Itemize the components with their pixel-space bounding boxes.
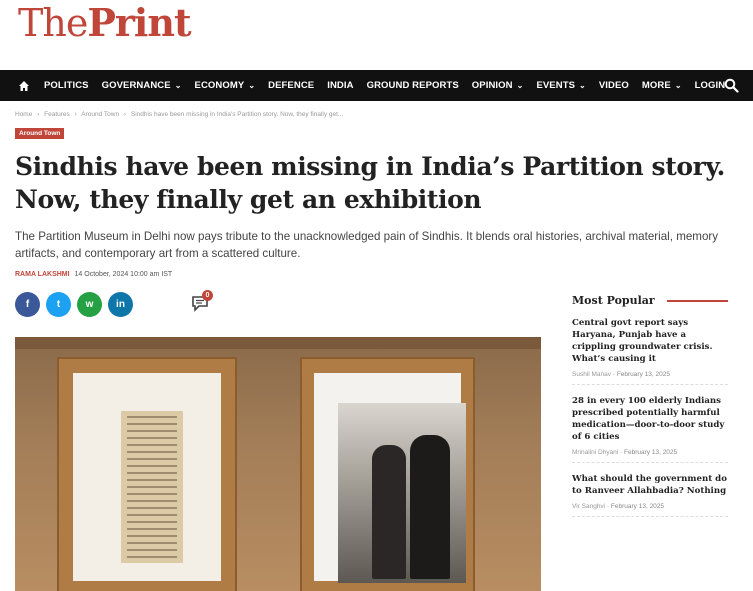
popular-item[interactable]: Central govt report says Haryana, Punjab…	[572, 317, 728, 385]
logo-part-2: Print	[87, 0, 191, 45]
popular-item-title[interactable]: 28 in every 100 elderly Indians prescrib…	[572, 395, 728, 443]
nav-item-more[interactable]: MORE ⌄	[642, 80, 682, 91]
most-popular-title: Most Popular	[572, 294, 655, 307]
logo-part-1: The	[18, 1, 88, 45]
byline: RAMA LAKSHMI 14 October, 2024 10:00 am I…	[15, 271, 172, 278]
chevron-down-icon: ⌄	[579, 81, 586, 90]
nav-item-ground-reports[interactable]: GROUND REPORTS	[367, 80, 459, 91]
popular-item-date: February 13, 2025	[616, 371, 670, 378]
nav-item-events[interactable]: EVENTS ⌄	[536, 80, 585, 91]
nav-item-login[interactable]: LOGIN	[695, 80, 726, 91]
chevron-down-icon: ⌄	[174, 81, 182, 90]
linkedin-icon: in	[116, 299, 125, 310]
nav-item-politics[interactable]: POLITICS	[44, 80, 89, 91]
hero-image	[15, 337, 541, 591]
breadcrumb-features[interactable]: Features	[44, 111, 70, 118]
publish-date: 14 October, 2024 10:00 am IST	[74, 271, 173, 278]
image-shelf	[15, 337, 541, 349]
breadcrumb-around-town[interactable]: Around Town	[81, 111, 119, 118]
breadcrumb-separator: ›	[37, 111, 40, 118]
nav-item-defence[interactable]: DEFENCE	[268, 80, 314, 91]
facebook-icon: f	[25, 299, 30, 310]
popular-item-title[interactable]: What should the government do to Ranveer…	[572, 473, 728, 497]
whatsapp-share-button[interactable]: w	[77, 292, 102, 317]
nav-item-label: MORE	[641, 80, 671, 91]
article-headline: Sindhis have been missing in India’s Par…	[15, 152, 725, 214]
breadcrumb-separator: ›	[74, 111, 77, 118]
chevron-down-icon: ⌄	[248, 81, 256, 90]
linkedin-share-button[interactable]: in	[108, 292, 133, 317]
comment-count-badge: 0	[202, 290, 213, 301]
author-link[interactable]: RAMA LAKSHMI	[15, 271, 70, 278]
comment-icon	[190, 296, 212, 318]
popular-item-date: February 13, 2025	[610, 503, 665, 510]
popular-item-author[interactable]: Sushil Manav	[572, 371, 611, 378]
popular-item-meta: Sushil Manav · February 13, 2025	[572, 371, 670, 378]
chevron-down-icon: ⌄	[516, 81, 524, 90]
nav-item-india[interactable]: INDIA	[327, 80, 353, 91]
image-frame-newspaper	[57, 357, 237, 591]
popular-item-author[interactable]: Mrinalini Dhyani	[572, 449, 618, 456]
breadcrumb: Home › Features › Around Town › Sindhis …	[15, 111, 346, 118]
article-dek: The Partition Museum in Delhi now pays t…	[15, 230, 719, 260]
nav-item-economy[interactable]: ECONOMY ⌄	[195, 80, 256, 91]
home-icon[interactable]	[18, 79, 32, 93]
popular-item[interactable]: 28 in every 100 elderly Indians prescrib…	[572, 395, 728, 463]
image-couple-photograph	[338, 403, 466, 583]
category-tag[interactable]: Around Town	[15, 128, 65, 139]
popular-item-date: February 13, 2025	[624, 449, 678, 456]
twitter-share-button[interactable]: t	[46, 292, 71, 317]
breadcrumb-current: Sindhis have been missing in India's Par…	[130, 111, 344, 118]
image-newspaper-clipping	[121, 411, 183, 563]
nav-item-video[interactable]: VIDEO	[599, 80, 629, 91]
popular-item-title[interactable]: Central govt report says Haryana, Punjab…	[572, 317, 728, 365]
nav-item-governance[interactable]: GOVERNANCE ⌄	[102, 80, 182, 91]
share-buttons: f t w in	[15, 292, 139, 317]
nav-item-label: POLITICS	[44, 80, 89, 91]
search-icon[interactable]	[724, 78, 739, 93]
site-logo[interactable]: ThePrint	[18, 0, 192, 45]
nav-item-label: GROUND REPORTS	[366, 80, 459, 91]
comments-button[interactable]: 0	[190, 290, 214, 318]
facebook-share-button[interactable]: f	[15, 292, 40, 317]
popular-item-meta: Mrinalini Dhyani · February 13, 2025	[572, 449, 678, 456]
most-popular-sidebar: Most Popular Central govt report says Ha…	[572, 294, 728, 517]
breadcrumb-home[interactable]: Home	[15, 111, 32, 118]
nav-item-label: VIDEO	[598, 80, 629, 91]
image-frame-photograph	[300, 357, 475, 591]
nav-item-label: DEFENCE	[268, 80, 315, 91]
nav-item-label: ECONOMY	[194, 80, 245, 91]
divider	[666, 299, 728, 302]
nav-item-label: EVENTS	[536, 80, 576, 91]
main-nav: POLITICS GOVERNANCE ⌄ ECONOMY ⌄ DEFENCE IN…	[0, 70, 753, 101]
nav-item-label: INDIA	[327, 80, 354, 91]
most-popular-header: Most Popular	[572, 294, 728, 307]
nav-item-label: GOVERNANCE	[101, 80, 171, 91]
popular-item-author[interactable]: Vir Sanghvi	[572, 503, 605, 510]
popular-item[interactable]: What should the government do to Ranveer…	[572, 473, 728, 517]
nav-item-opinion[interactable]: OPINION ⌄	[472, 80, 524, 91]
popular-item-meta: Vir Sanghvi · February 13, 2025	[572, 503, 665, 510]
nav-item-label: OPINION	[471, 80, 513, 91]
nav-item-label: LOGIN	[694, 80, 726, 91]
twitter-icon: t	[56, 299, 61, 310]
breadcrumb-separator: ›	[123, 111, 127, 118]
whatsapp-icon: w	[85, 299, 94, 310]
chevron-down-icon: ⌄	[674, 81, 682, 90]
